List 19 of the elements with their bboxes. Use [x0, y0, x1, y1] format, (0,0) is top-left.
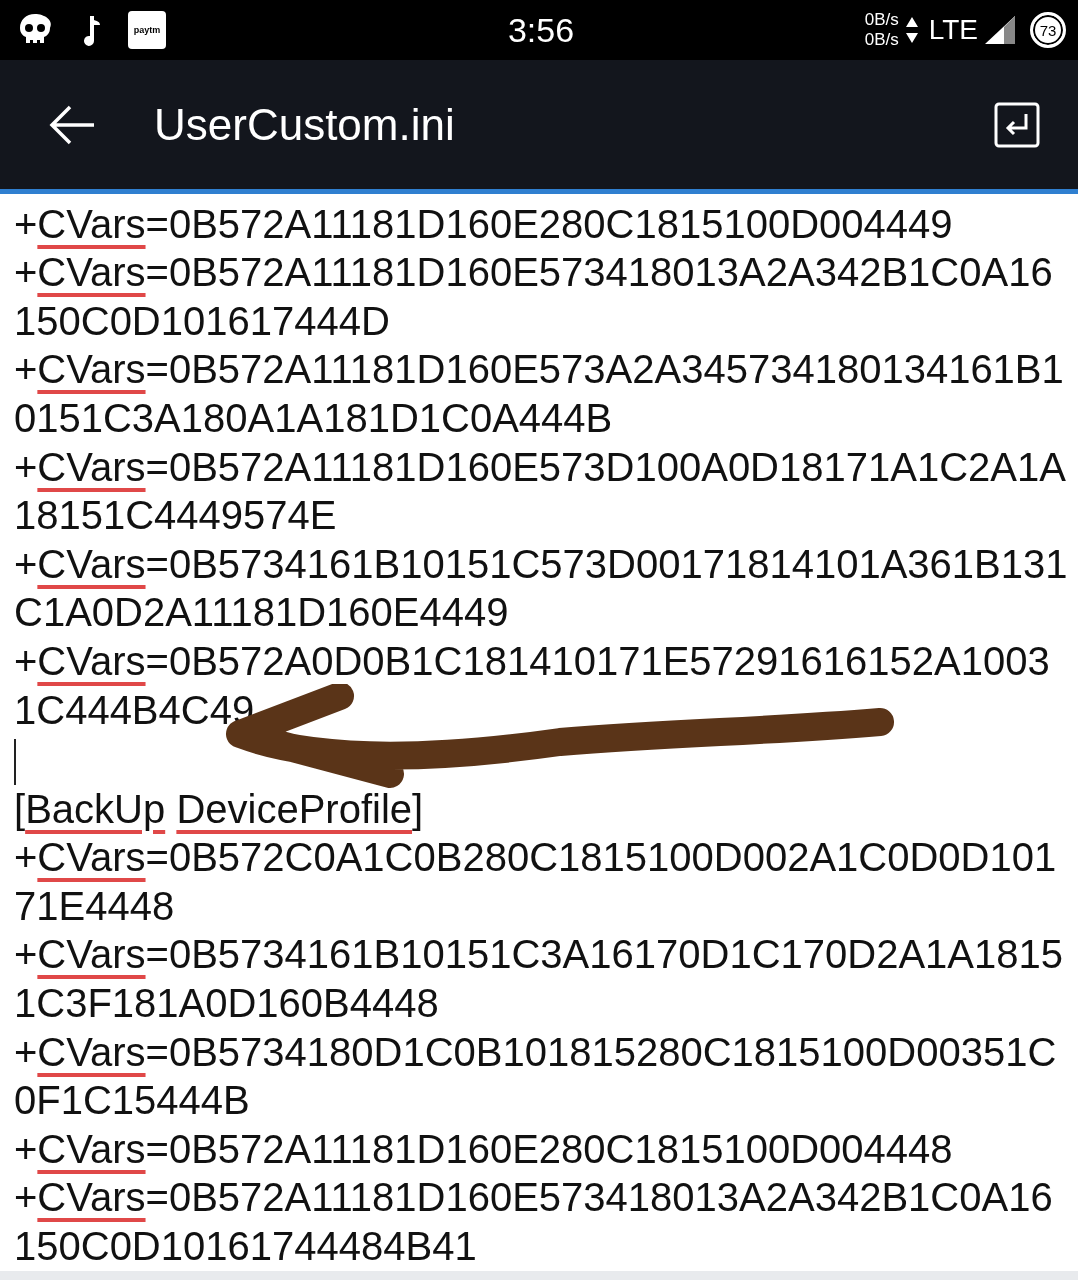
code-line: +CVars=0B572A11181D160E573418013A2A342B1C0A16150C0D10161744484B41	[14, 1174, 1054, 1270]
code-line: +CVars=0B5734161B10151C3A16170D1C170D2A1A18151C3F181A0D160B4448	[14, 931, 1064, 1027]
code-line: +CVars=0B572A11181D160E573D100A0D18171A1C2A1A18151C4449574E	[14, 443, 1067, 540]
section-header: [BackUp DeviceProfile]	[14, 785, 425, 833]
file-title: UserCustom.ini	[154, 99, 456, 150]
network-type: LTE	[928, 14, 978, 47]
code-line: +CVars=0B572C0A1C0B280C1815100D002A1C0D0D10171E4448	[14, 834, 1058, 930]
code-line: +CVars=0B572A11181D160E280C1815100D004448	[14, 1125, 954, 1173]
clock: 3:56	[507, 10, 575, 50]
download-speed: 0B/s	[864, 30, 899, 51]
code-line: +CVars=0B572A0D0B1C181410171E57291616152A10031C444B4C49	[14, 638, 1051, 734]
code-line: +CVars=0B5734180D1C0B101815280C1815100D00351C0F1C15444B	[14, 1028, 1058, 1125]
code-line: +CVars=0B5734161B10151C573D00171814101A361B131C1A0D2A11181D160E4449	[14, 540, 1068, 637]
app-logo: paytm	[128, 11, 166, 50]
code-line: +CVars=0B572A11181D160E280C1815100D004449	[14, 200, 954, 248]
code-line: +CVars=0B572A11181D160E573A2A345734180134161B10151C3A180A1A181D1C0A444B	[14, 346, 1065, 443]
code-line: +CVars=0B572A11181D160E573418013A2A342B1C0A16150C0D101617444D	[14, 249, 1054, 345]
upload-speed: 0B/s	[864, 10, 899, 31]
battery-indicator: 73	[1030, 12, 1066, 49]
